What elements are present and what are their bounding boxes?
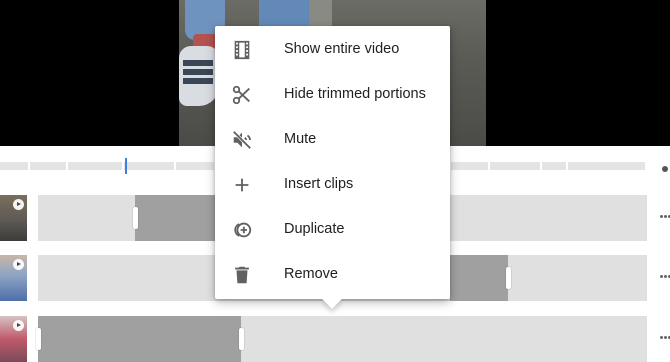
ruler-segment [176,162,214,170]
trash-icon [235,266,249,284]
duplicate-icon [234,222,252,238]
more-options-icon[interactable] [660,275,670,281]
menu-item-hide-trimmed-portions[interactable]: Hide trimmed portions [215,72,450,117]
clip-context-menu: Show entire video Hide trimmed portions … [215,26,450,309]
ruler-segment [124,162,174,170]
ruler-segment [68,162,122,170]
more-options-icon[interactable] [660,336,670,342]
menu-item-label: Duplicate [284,221,345,237]
trim-handle-end[interactable] [239,328,244,350]
scissors-icon [232,85,250,105]
playhead[interactable] [125,158,127,174]
menu-item-label: Hide trimmed portions [284,86,426,102]
menu-item-duplicate[interactable]: Duplicate [215,207,450,252]
clip-track-3[interactable] [0,316,670,362]
clip-thumbnail[interactable] [0,255,27,301]
play-icon[interactable] [13,259,24,270]
trim-handle-end[interactable] [506,267,511,289]
clip-thumbnail[interactable] [0,195,27,241]
menu-item-label: Show entire video [284,41,400,57]
clip-thumbnail[interactable] [0,316,27,362]
video-frame-shoe-strap [183,60,213,66]
plus-icon [235,178,249,192]
ruler-segment [490,162,540,170]
ruler-segment [30,162,66,170]
ruler-segment [568,162,645,170]
clip-selected-range[interactable] [450,255,508,301]
menu-item-label: Mute [284,131,317,147]
play-icon[interactable] [13,199,24,210]
mute-icon [232,130,252,150]
menu-item-show-entire-video[interactable]: Show entire video [215,27,450,72]
film-icon [234,40,250,60]
trim-handle-start[interactable] [36,328,41,350]
ruler-segment [542,162,566,170]
ruler-segment [451,162,488,170]
clip-selected-range[interactable] [38,316,241,362]
play-icon[interactable] [13,320,24,331]
trim-handle-start[interactable] [133,207,138,229]
clip-selected-range[interactable] [135,195,215,241]
menu-item-remove[interactable]: Remove [215,252,450,297]
menu-item-label: Remove [284,266,338,282]
timeline-more-dot[interactable] [662,166,668,172]
more-options-icon[interactable] [660,215,670,221]
menu-item-insert-clips[interactable]: Insert clips [215,162,450,207]
menu-item-mute[interactable]: Mute [215,117,450,162]
ruler-segment [0,162,28,170]
clip-bar[interactable] [36,316,647,362]
menu-item-label: Insert clips [284,176,354,192]
video-frame-shoe [179,46,219,106]
